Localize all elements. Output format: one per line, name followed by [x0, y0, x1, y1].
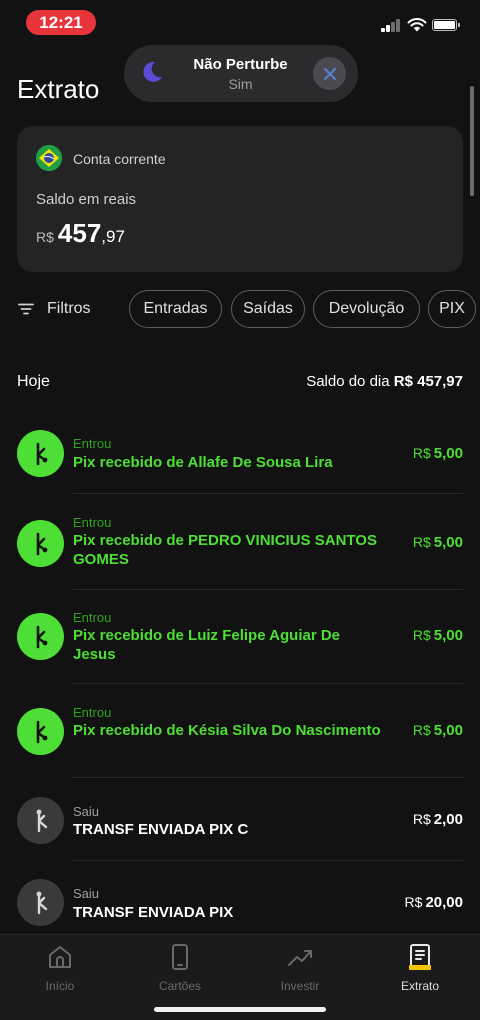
tab-label: Cartões: [158, 979, 202, 993]
filters-label: Filtros: [47, 300, 91, 317]
transaction-value: 2,00: [433, 811, 463, 828]
dnd-title: Não Perturbe: [193, 56, 288, 73]
transaction-amount: R$ 20,00: [405, 894, 463, 911]
transaction-currency: R$: [412, 811, 431, 827]
account-type-label: Conta corrente: [73, 151, 166, 167]
day-balance: Saldo do dia R$ 457,97: [306, 373, 463, 390]
trend-up-icon: [288, 950, 312, 966]
page-title: Extrato: [17, 74, 100, 104]
pix-incoming-icon: [17, 520, 64, 567]
transaction-amount: R$ 5,00: [413, 445, 463, 462]
status-time[interactable]: 12:21: [26, 10, 96, 35]
chip-saidas[interactable]: Saídas: [231, 290, 305, 328]
pix-outgoing-icon: [17, 879, 64, 926]
transaction-amount: R$ 5,00: [413, 627, 463, 644]
transaction-type: Entrou: [73, 436, 112, 451]
chip-pix[interactable]: PIX: [428, 290, 476, 328]
tab-label: Investir: [280, 979, 320, 993]
divider: [73, 777, 463, 778]
transaction-description: Pix recebido de Késia Silva Do Nasciment…: [73, 722, 381, 739]
pix-incoming-icon: [17, 613, 64, 660]
pix-incoming-icon: [17, 430, 64, 477]
do-not-disturb-banner[interactable]: Não Perturbe Sim: [124, 45, 358, 102]
transaction-type: Entrou: [73, 610, 112, 625]
transaction-currency: R$: [412, 627, 431, 643]
battery-icon: [432, 19, 460, 31]
tab-label: Início: [45, 979, 75, 993]
divider: [73, 683, 463, 684]
transaction-value: 5,00: [433, 445, 463, 462]
close-icon: [323, 67, 336, 80]
balance-currency: R$: [36, 229, 54, 245]
scrollbar[interactable]: [470, 86, 474, 196]
transaction-description: Pix recebido de Luiz Felipe Aguiar De Je…: [73, 627, 341, 663]
tab-inicio[interactable]: Início: [0, 941, 120, 1001]
day-title: Hoje: [17, 373, 50, 390]
transaction-description: Pix recebido de Allafe De Sousa Lira: [73, 454, 333, 471]
transaction-item[interactable]: Entrou Pix recebido de Allafe De Sousa L…: [0, 430, 480, 494]
pix-incoming-icon: [17, 708, 64, 755]
transaction-value: 5,00: [433, 534, 463, 551]
transaction-description: TRANSF ENVIADA PIX: [73, 904, 234, 921]
dnd-status: Sim: [228, 76, 253, 92]
balance-integer: 457: [57, 218, 102, 248]
home-indicator[interactable]: [154, 1007, 326, 1012]
brazil-flag-icon: [36, 145, 62, 171]
transaction-item[interactable]: Saiu TRANSF ENVIADA PIX C R$ 2,00: [0, 796, 480, 856]
transaction-currency: R$: [412, 445, 431, 461]
transaction-amount: R$ 5,00: [413, 534, 463, 551]
transaction-value: 20,00: [425, 894, 463, 911]
account-card[interactable]: Conta corrente Saldo em reais R$ 457,97: [17, 126, 463, 272]
filters-button[interactable]: Filtros: [18, 290, 91, 328]
transaction-currency: R$: [404, 894, 423, 910]
transaction-description: Pix recebido de PEDRO VINICIUS SANTOS GO…: [73, 532, 377, 568]
moon-icon: [143, 61, 162, 82]
status-bar: 12:21: [0, 0, 480, 44]
tab-extrato[interactable]: Extrato: [360, 941, 480, 1001]
transaction-item[interactable]: Entrou Pix recebido de Luiz Felipe Aguia…: [0, 610, 480, 682]
pix-outgoing-icon: [17, 797, 64, 844]
transaction-type: Saiu: [73, 886, 100, 901]
transaction-value: 5,00: [433, 722, 463, 739]
home-icon: [49, 946, 71, 968]
cellular-signal-icon: [381, 18, 403, 32]
day-balance-value: R$ 457,97: [393, 373, 463, 390]
transaction-description: TRANSF ENVIADA PIX C: [73, 821, 249, 838]
transaction-item[interactable]: Entrou Pix recebido de PEDRO VINICIUS SA…: [0, 515, 480, 588]
filter-icon: [18, 303, 34, 315]
transaction-amount: R$ 2,00: [413, 811, 463, 828]
balance-amount: R$ 457,97: [36, 218, 125, 249]
transaction-currency: R$: [412, 534, 431, 550]
divider: [73, 493, 463, 494]
transaction-type: Entrou: [73, 515, 112, 530]
chip-entradas[interactable]: Entradas: [129, 290, 222, 328]
transaction-value: 5,00: [433, 627, 463, 644]
statement-icon: [409, 944, 431, 970]
transaction-type: Saiu: [73, 804, 100, 819]
balance-decimal: ,97: [101, 227, 125, 246]
phone-card-icon: [172, 944, 188, 970]
wifi-icon: [407, 18, 427, 32]
balance-label: Saldo em reais: [36, 191, 137, 208]
tab-cartoes[interactable]: Cartões: [120, 941, 240, 1001]
transaction-currency: R$: [412, 722, 431, 738]
day-balance-label: Saldo do dia: [306, 373, 390, 390]
dnd-close-button[interactable]: [313, 57, 346, 90]
tab-label: Extrato: [400, 979, 439, 993]
transaction-item[interactable]: Entrou Pix recebido de Késia Silva Do Na…: [0, 705, 480, 777]
tab-investir[interactable]: Investir: [240, 941, 360, 1001]
transaction-amount: R$ 5,00: [413, 722, 463, 739]
transaction-item[interactable]: Saiu TRANSF ENVIADA PIX R$ 20,00: [0, 879, 480, 931]
divider: [73, 860, 463, 861]
transaction-type: Entrou: [73, 705, 112, 720]
filter-row: Filtros Entradas Saídas Devolução PIX: [0, 290, 480, 330]
divider: [73, 589, 463, 590]
chip-devolucao[interactable]: Devolução: [313, 290, 420, 328]
